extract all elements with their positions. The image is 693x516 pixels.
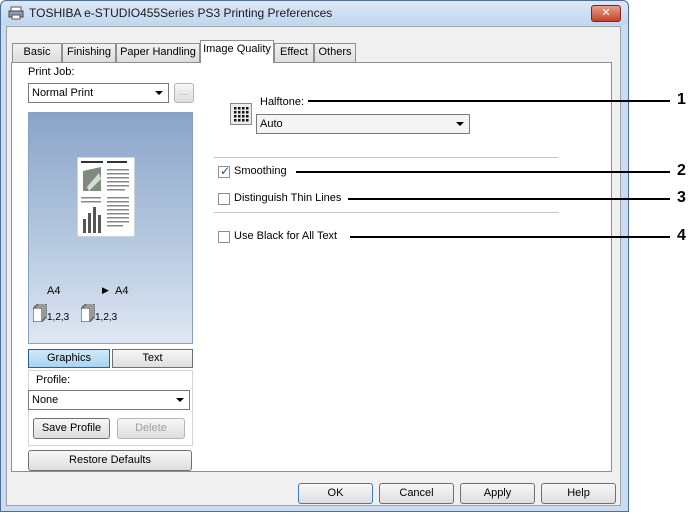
graphics-toggle[interactable]: Graphics — [28, 349, 110, 368]
close-button[interactable]: ✕ — [591, 5, 621, 22]
chevron-down-icon — [456, 122, 464, 126]
cancel-button[interactable]: Cancel — [379, 483, 454, 504]
restore-defaults-button[interactable]: Restore Defaults — [28, 450, 192, 471]
halftone-icon — [230, 103, 252, 125]
print-job-label: Print Job: — [28, 66, 75, 78]
save-profile-button[interactable]: Save Profile — [33, 418, 110, 439]
ok-button[interactable]: OK — [298, 483, 373, 504]
page-thumbnail-icon — [77, 157, 135, 237]
delete-profile-button[interactable]: Delete — [117, 418, 185, 439]
print-preview: A4 ▶ A4 1,2,3 1,2,3 — [28, 112, 193, 344]
print-job-value: Normal Print — [32, 87, 94, 99]
profile-value: None — [32, 394, 59, 406]
window-title: TOSHIBA e-STUDIO455Series PS3 Printing P… — [29, 6, 333, 20]
output-paper-size: A4 — [115, 285, 129, 297]
tab-finishing[interactable]: Finishing — [62, 43, 116, 62]
distinguish-thin-lines-checkbox[interactable] — [218, 193, 230, 205]
callout-line — [308, 100, 670, 102]
halftone-label: Halftone: — [260, 96, 305, 108]
use-black-for-all-text-checkbox[interactable] — [218, 231, 230, 243]
chevron-down-icon — [155, 91, 163, 95]
callout-line — [350, 236, 670, 238]
smoothing-checkbox[interactable]: ✓ — [218, 164, 231, 178]
tab-paper-handling[interactable]: Paper Handling — [116, 43, 200, 62]
profile-select[interactable]: None — [28, 390, 190, 410]
printer-icon — [8, 6, 24, 20]
chevron-down-icon — [176, 398, 184, 402]
divider — [214, 157, 559, 158]
print-job-select[interactable]: Normal Print — [28, 83, 169, 103]
title-bar[interactable]: TOSHIBA e-STUDIO455Series PS3 Printing P… — [1, 1, 628, 25]
apply-button[interactable]: Apply — [460, 483, 535, 504]
halftone-select[interactable]: Auto — [256, 114, 470, 134]
use-black-for-all-text-label: Use Black for All Text — [234, 230, 338, 242]
print-job-more-button[interactable]: ... — [174, 83, 194, 103]
document-stack-icon — [33, 304, 47, 322]
document-stack-icon — [81, 304, 95, 322]
original-paper-size: A4 — [47, 285, 61, 297]
tab-basic[interactable]: Basic — [12, 43, 62, 62]
smoothing-label: Smoothing — [234, 165, 287, 177]
help-button[interactable]: Help — [541, 483, 616, 504]
tab-image-quality[interactable]: Image Quality — [200, 40, 274, 63]
checkmark-icon: ✓ — [220, 164, 231, 178]
text-toggle[interactable]: Text — [112, 349, 193, 368]
tab-others[interactable]: Others — [314, 43, 356, 62]
tab-effect[interactable]: Effect — [274, 43, 314, 62]
halftone-value: Auto — [260, 118, 283, 130]
divider — [214, 212, 559, 213]
arrow-right-icon: ▶ — [102, 285, 109, 295]
callout-line — [296, 171, 670, 173]
callout-number: 2 — [677, 162, 686, 179]
profile-label: Profile: — [36, 374, 71, 386]
callout-number: 4 — [677, 227, 686, 244]
output-page-order: 1,2,3 — [95, 312, 118, 323]
distinguish-thin-lines-label: Distinguish Thin Lines — [234, 192, 342, 204]
original-page-order: 1,2,3 — [47, 312, 70, 323]
callout-line — [348, 198, 670, 200]
callout-number: 3 — [677, 189, 686, 206]
callout-number: 1 — [677, 91, 686, 108]
